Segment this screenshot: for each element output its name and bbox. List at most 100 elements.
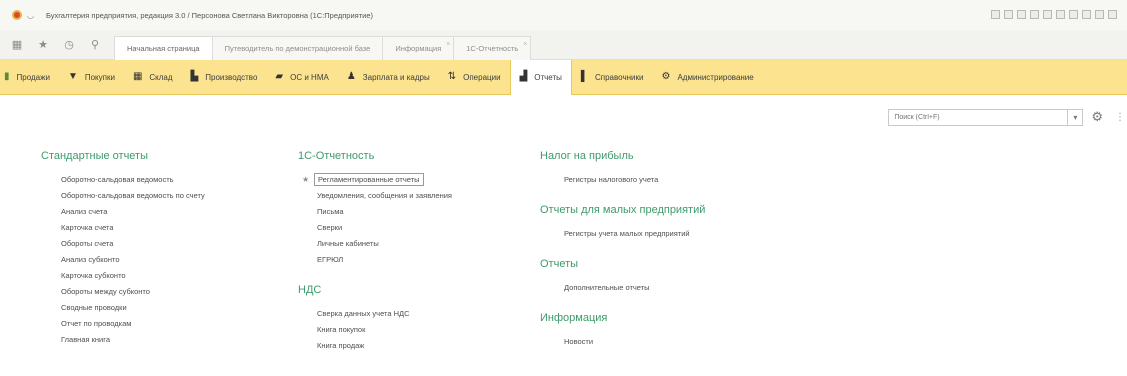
more-icon[interactable]: ⋮ xyxy=(1115,112,1125,123)
section-operations[interactable]: ⇅ Операции xyxy=(439,60,510,95)
section-label: ОС и НМА xyxy=(290,72,329,82)
report-link[interactable]: Оборотно-сальдовая ведомость по счету xyxy=(41,188,205,204)
favorites-star-icon[interactable]: ★ xyxy=(30,30,56,60)
toolbar-icon[interactable] xyxy=(1108,10,1117,19)
section-fixed-assets[interactable]: ▰ ОС и НМА xyxy=(266,60,337,95)
person-icon: ♟ xyxy=(346,71,356,82)
toolbar-icon[interactable] xyxy=(1030,10,1039,19)
section-reports[interactable]: ▟ Отчеты xyxy=(509,59,572,95)
section-label: Отчеты xyxy=(534,72,562,82)
section-sales[interactable]: ▮ Продажи xyxy=(0,60,59,95)
report-link[interactable]: Отчет по проводкам xyxy=(41,316,205,332)
tab-home[interactable]: Начальная страница xyxy=(114,35,213,60)
tabs: Начальная страница Путеводитель по демон… xyxy=(114,30,532,60)
section-label: Производство xyxy=(205,72,258,82)
report-link[interactable]: ЕГРЮЛ xyxy=(298,252,452,268)
section-label: Продажи xyxy=(16,72,50,82)
toolbar-icon[interactable] xyxy=(991,10,1000,19)
section-directories[interactable]: ▌ Справочники xyxy=(572,60,653,95)
information-heading: Информация xyxy=(540,312,608,324)
vat-heading: НДС xyxy=(298,284,322,296)
report-link[interactable]: Обороты счета xyxy=(41,236,205,252)
toolbar-icon[interactable] xyxy=(1017,10,1026,19)
profit-tax-heading: Налог на прибыль xyxy=(540,150,634,162)
report-link[interactable]: Новости xyxy=(540,334,705,350)
report-link[interactable]: Уведомления, сообщения и заявления xyxy=(298,188,452,204)
toolbar-icon[interactable] xyxy=(1095,10,1104,19)
section-administration[interactable]: ⚙ Администрирование xyxy=(652,60,762,95)
section-production[interactable]: ▙ Производство xyxy=(182,60,267,95)
report-link[interactable]: Регистры налогового учета xyxy=(540,172,705,188)
standard-reports-heading: Стандартные отчеты xyxy=(41,150,148,162)
window-title: Бухгалтерия предприятия, редакция 3.0 / … xyxy=(45,10,374,20)
tab-label: Начальная страница xyxy=(127,43,200,53)
search-row: ▾ ⚙ ⋮ xyxy=(888,107,1127,127)
sales-icon: ▮ xyxy=(4,71,10,82)
report-link[interactable]: Анализ счета xyxy=(41,204,205,220)
tab-information[interactable]: Информация × xyxy=(382,33,455,60)
report-link[interactable]: Обороты между субконто xyxy=(41,284,205,300)
warehouse-icon: ▦ xyxy=(132,71,143,82)
report-link[interactable]: Дополнительные отчеты xyxy=(540,280,705,296)
title-toolbar xyxy=(991,10,1117,19)
toolbar-icon[interactable] xyxy=(1043,10,1052,19)
reporting-column: 1С-Отчетность ★ Регламентированные отчет… xyxy=(298,150,452,354)
tab-1c-reporting[interactable]: 1С-Отчетность × xyxy=(453,33,532,60)
report-link[interactable]: Сверка данных учета НДС xyxy=(298,306,452,322)
tab-label: Информация xyxy=(395,43,442,53)
app-logo-icon xyxy=(12,10,22,20)
menu-arrow-icon[interactable]: ◡ xyxy=(27,11,34,20)
report-link[interactable]: Письма xyxy=(298,204,452,220)
grid-menu-icon[interactable]: ▦ xyxy=(4,30,30,60)
report-link[interactable]: Книга продаж xyxy=(298,338,452,354)
report-link[interactable]: Главная книга xyxy=(41,332,205,348)
report-link[interactable]: Карточка субконто xyxy=(41,268,205,284)
report-link[interactable]: Анализ субконто xyxy=(41,252,205,268)
book-icon: ▌ xyxy=(580,71,588,82)
section-warehouse[interactable]: ▦ Склад xyxy=(124,60,182,95)
truck-icon: ▰ xyxy=(275,71,284,82)
chart-icon: ▟ xyxy=(519,71,528,82)
search-input[interactable] xyxy=(888,108,1069,126)
settings-gear-icon[interactable]: ⚙ xyxy=(1091,109,1103,125)
tax-reports-column: Налог на прибыль Регистры налогового уче… xyxy=(540,150,705,350)
section-panel: ▮ Продажи ▼ Покупки ▦ Склад ▙ Производство ▰… xyxy=(0,59,1127,95)
tab-bar: ▦ ★ ◷ ⚲ Начальная страница Путеводитель … xyxy=(0,30,1127,60)
toolbar-icon[interactable] xyxy=(1056,10,1065,19)
cart-icon: ▼ xyxy=(67,71,78,82)
section-label: Зарплата и кадры xyxy=(362,72,430,82)
close-icon[interactable]: × xyxy=(446,33,450,57)
report-link[interactable]: Сводные проводки xyxy=(41,300,205,316)
section-label: Администрирование xyxy=(677,72,754,82)
reports-heading: Отчеты xyxy=(540,258,579,270)
section-label: Операции xyxy=(463,72,501,82)
tab-guide[interactable]: Путеводитель по демонстрационной базе xyxy=(211,35,384,60)
production-icon: ▙ xyxy=(190,71,199,82)
search-icon[interactable]: ⚲ xyxy=(82,30,108,60)
1c-reporting-heading: 1С-Отчетность xyxy=(298,150,375,162)
section-salary[interactable]: ♟ Зарплата и кадры xyxy=(338,60,439,95)
report-link[interactable]: Регистры учета малых предприятий xyxy=(540,226,705,242)
section-label: Склад xyxy=(149,72,173,82)
tab-label: Путеводитель по демонстрационной базе xyxy=(224,43,371,53)
report-link-selected[interactable]: Регламентированные отчеты xyxy=(314,173,424,186)
report-link[interactable]: Сверки xyxy=(298,220,452,236)
toolbar-icon[interactable] xyxy=(1069,10,1078,19)
search-dropdown-icon[interactable]: ▾ xyxy=(1068,108,1084,126)
report-link[interactable]: Личные кабинеты xyxy=(298,236,452,252)
toolbar-icon[interactable] xyxy=(1082,10,1091,19)
favorite-star-icon[interactable]: ★ xyxy=(302,172,309,188)
favorite-row: ★ Регламентированные отчеты xyxy=(298,172,452,188)
section-label: Покупки xyxy=(84,72,115,82)
report-link[interactable]: Карточка счета xyxy=(41,220,205,236)
close-icon[interactable]: × xyxy=(523,33,527,57)
toolbar-icon[interactable] xyxy=(1004,10,1013,19)
small-business-heading: Отчеты для малых предприятий xyxy=(540,204,706,216)
standard-reports-column: Стандартные отчеты Оборотно-сальдовая ве… xyxy=(41,150,205,348)
gear-icon: ⚙ xyxy=(661,71,671,82)
report-link[interactable]: Оборотно-сальдовая ведомость xyxy=(41,172,205,188)
history-icon[interactable]: ◷ xyxy=(56,30,82,60)
title-bar: ◡ Бухгалтерия предприятия, редакция 3.0 … xyxy=(0,0,1127,30)
section-purchases[interactable]: ▼ Покупки xyxy=(59,60,124,95)
report-link[interactable]: Книга покупок xyxy=(298,322,452,338)
